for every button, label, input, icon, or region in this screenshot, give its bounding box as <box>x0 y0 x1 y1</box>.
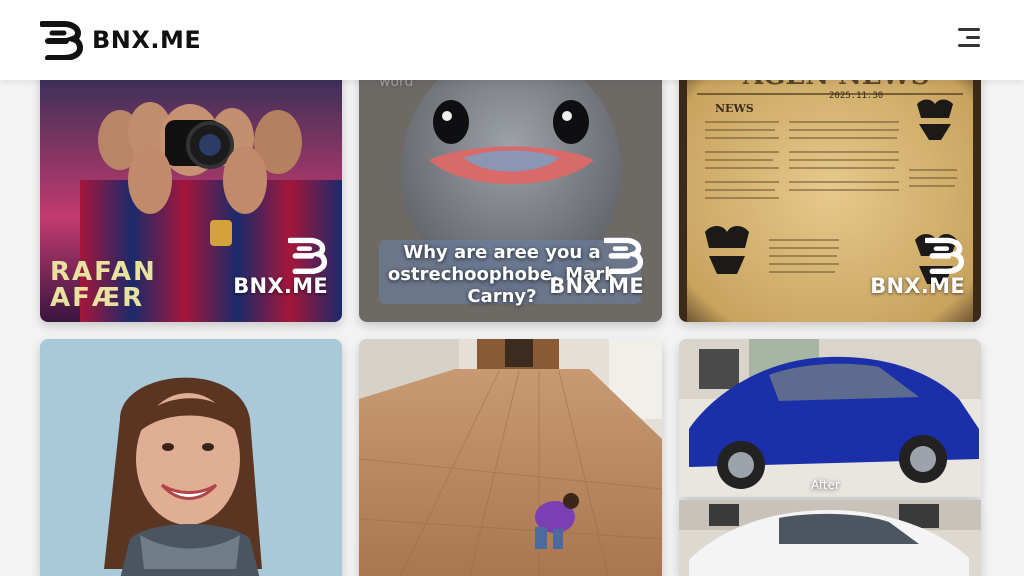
wood-floor-room-image <box>359 339 662 576</box>
gallery-card-white-car[interactable] <box>679 500 981 576</box>
gallery-card-newspaper[interactable]: AGEN NEWS NEWS 2025.11.30 BNX.ME <box>679 60 981 322</box>
smiling-woman-image <box>40 339 342 576</box>
gallery-card-football[interactable]: RAFAN AFÆR BNX.ME <box>40 60 342 322</box>
watermark: BNX.ME <box>549 236 644 298</box>
watermark: BNX.ME <box>233 236 328 298</box>
gallery-card-floor[interactable] <box>359 339 662 576</box>
white-car-image <box>679 500 981 576</box>
bnx-watermark-icon <box>288 237 328 274</box>
bnx-watermark-icon <box>604 237 644 274</box>
svg-text:AFÆR: AFÆR <box>50 283 144 313</box>
gallery-card-portrait[interactable] <box>40 339 342 576</box>
gallery-card-blue-car[interactable]: After <box>679 339 981 497</box>
watermark: BNX.ME <box>870 236 965 298</box>
blue-car-image <box>679 339 981 497</box>
bnx-watermark-icon <box>925 237 965 274</box>
brand-logo[interactable]: BNX.ME <box>40 20 201 60</box>
top-header: BNX.ME <box>0 0 1024 80</box>
svg-text:2025.11.30: 2025.11.30 <box>829 91 883 101</box>
gallery-card-ostrich[interactable]: word Why are aree you a ostrechoophobe, … <box>359 60 662 322</box>
bnx-logo-icon <box>40 21 84 60</box>
after-label: After <box>811 478 840 492</box>
hamburger-menu-icon[interactable] <box>958 28 986 52</box>
svg-text:NEWS: NEWS <box>715 102 754 115</box>
brand-name: BNX.ME <box>92 26 202 54</box>
